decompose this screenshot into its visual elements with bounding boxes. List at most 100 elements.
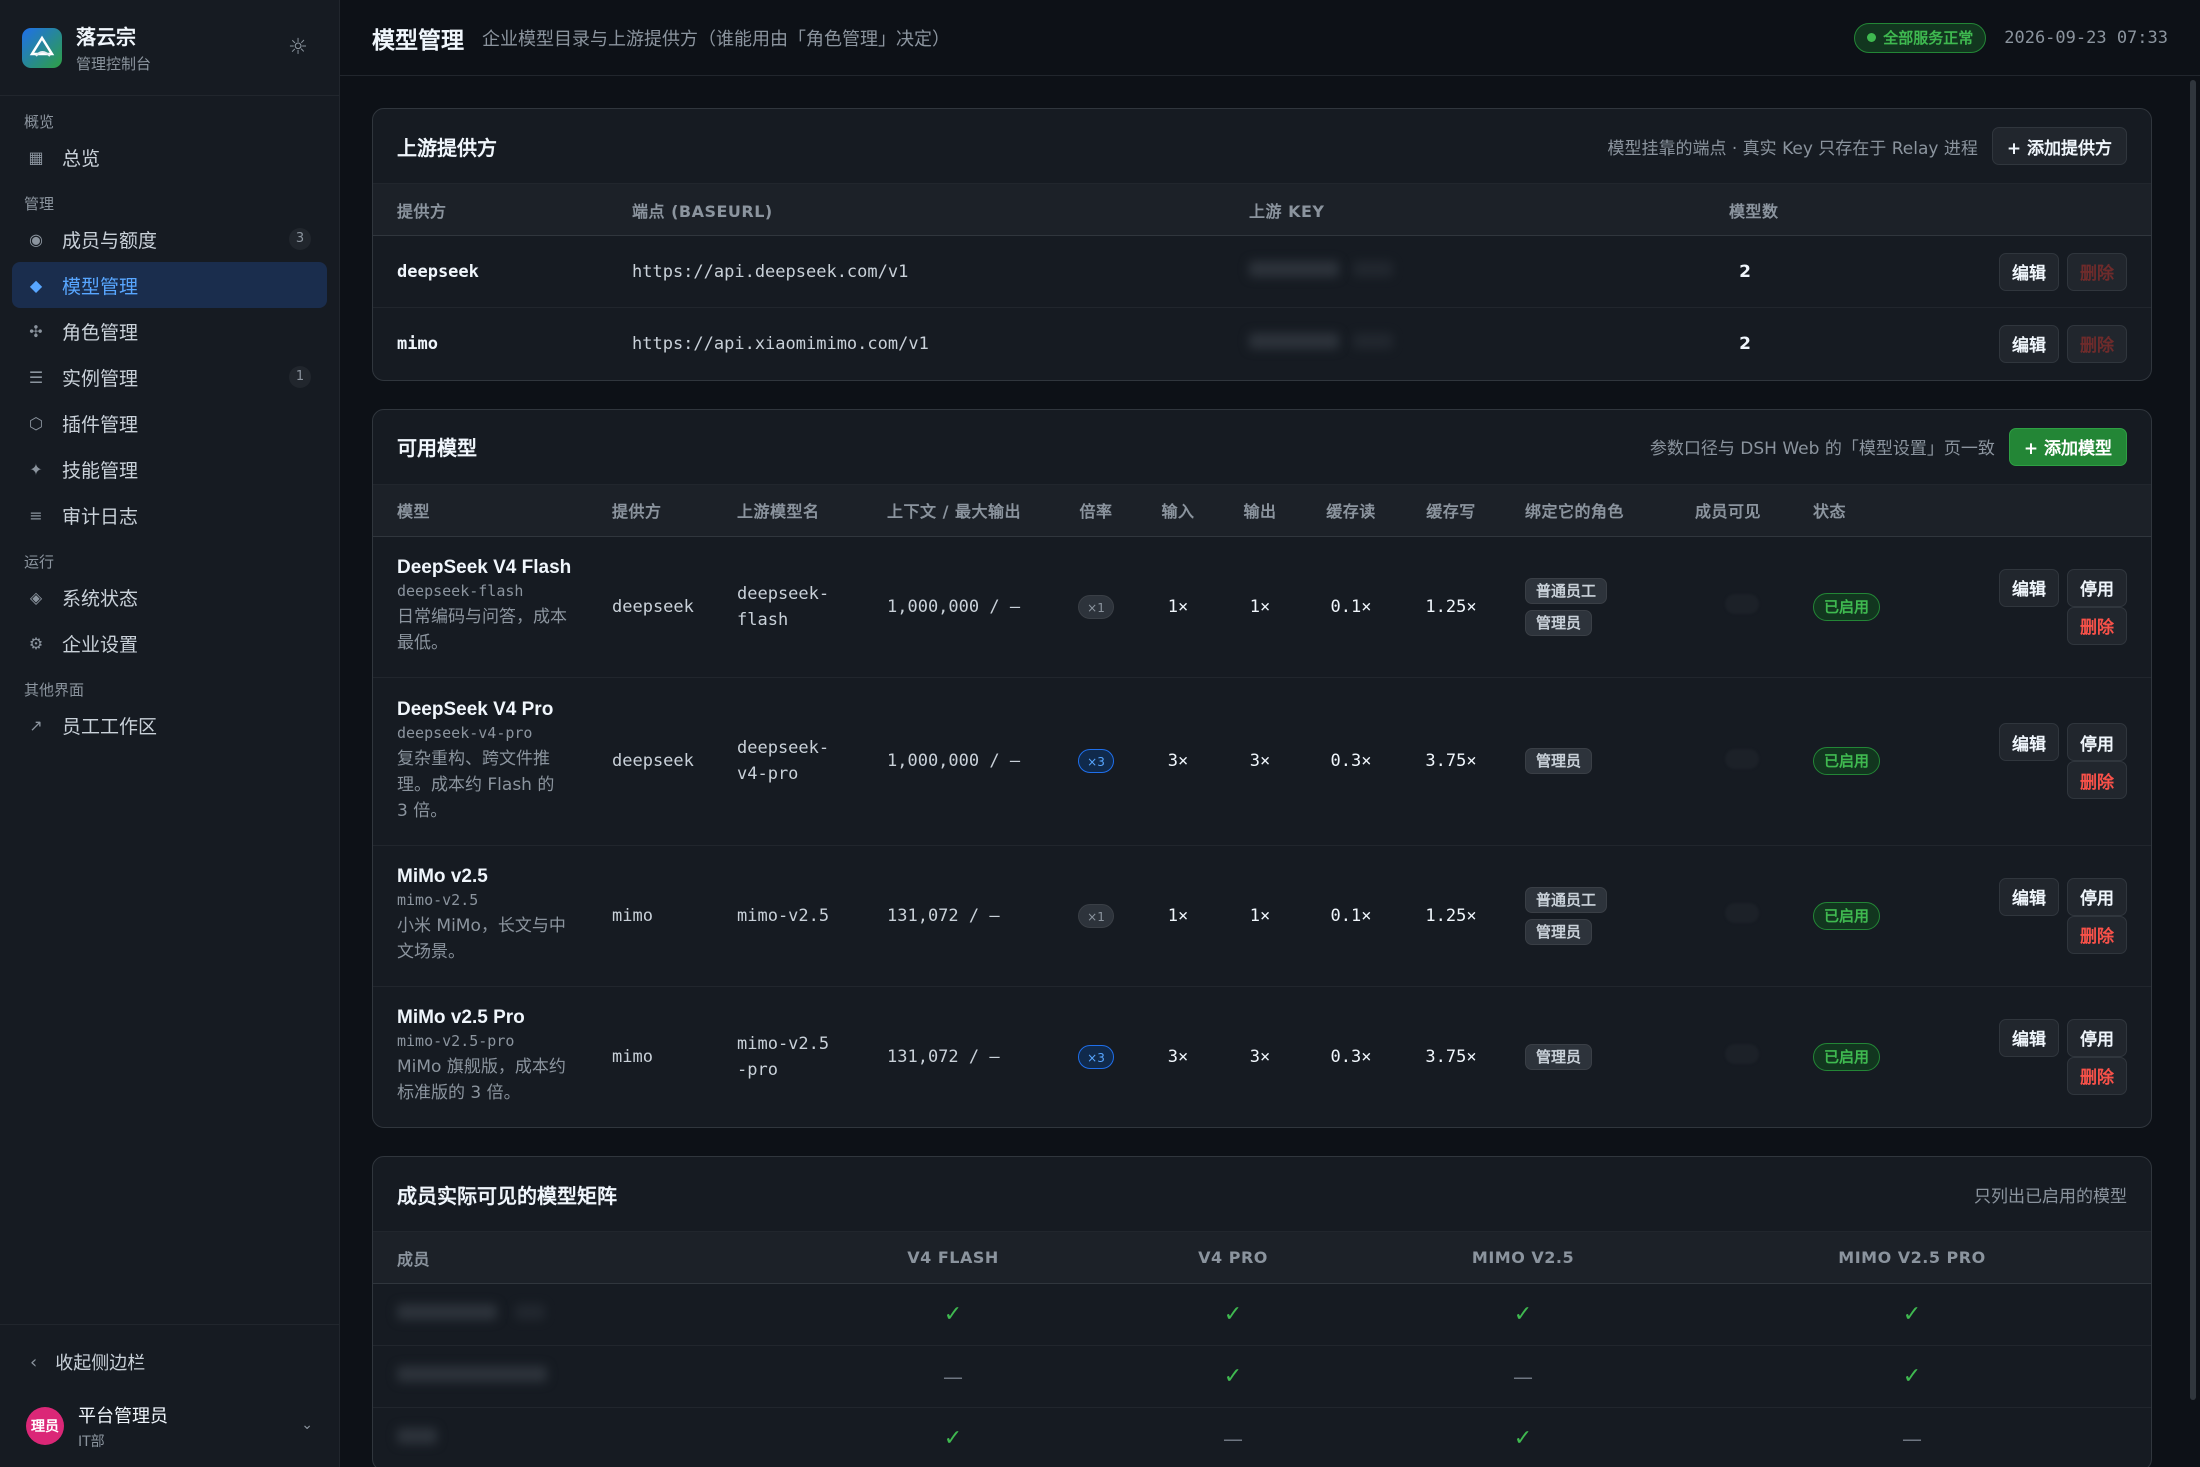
- model-upstream: deepseek-v4-pro: [713, 677, 863, 846]
- model-cache_r: 0.1×: [1301, 845, 1401, 987]
- scrollbar[interactable]: [2190, 80, 2196, 1400]
- dash-icon: —: [943, 1364, 963, 1389]
- edit-model-button[interactable]: 编辑: [1999, 1018, 2059, 1057]
- delete-model-button[interactable]: 删除: [2067, 1056, 2127, 1095]
- masked-key-suffix: [1353, 261, 1393, 277]
- sidebar-item[interactable]: ☰ 实例管理 1: [12, 354, 327, 400]
- matrix-cell: —: [1373, 1345, 1673, 1408]
- collapse-sidebar-button[interactable]: ‹ 收起侧边栏: [0, 1339, 339, 1385]
- model-rate: ×3: [1055, 986, 1137, 1127]
- disable-model-button[interactable]: 停用: [2067, 568, 2127, 607]
- delete-model-button[interactable]: 删除: [2067, 915, 2127, 954]
- sidebar-item[interactable]: ⬡ 插件管理: [12, 400, 327, 446]
- model-name: DeepSeek V4 Flash: [397, 557, 572, 578]
- dash-icon: —: [1513, 1364, 1533, 1389]
- model-cache_w: 1.25×: [1401, 845, 1501, 987]
- edit-provider-button[interactable]: 编辑: [1999, 252, 2059, 291]
- status-dot-icon: [1867, 33, 1877, 42]
- model-rate: ×1: [1055, 845, 1137, 987]
- edit-model-button[interactable]: 编辑: [1999, 568, 2059, 607]
- member-visible-toggle[interactable]: [1725, 594, 1759, 614]
- add-provider-button[interactable]: + 添加提供方: [1991, 127, 2127, 165]
- model-provider: deepseek: [588, 536, 713, 678]
- disable-model-button[interactable]: 停用: [2067, 1018, 2127, 1057]
- rate-badge: ×3: [1078, 749, 1114, 773]
- dash-icon: —: [1902, 1426, 1922, 1451]
- sidebar-item-badge: 1: [289, 366, 311, 388]
- list-icon: ☰: [28, 367, 44, 387]
- sidebar-item[interactable]: ⚙ 企业设置: [12, 620, 327, 666]
- col-3: 上下文 / 最大输出: [863, 483, 1055, 537]
- model-out: 1×: [1219, 845, 1301, 987]
- member-visible-cell: [1671, 845, 1789, 987]
- add-model-button[interactable]: + 添加模型: [2008, 427, 2127, 466]
- matrix-cell: ✓: [1093, 1283, 1373, 1346]
- sidebar-item[interactable]: ↗ 员工工作区: [12, 702, 327, 748]
- model-actions: 编辑 停用删除: [1907, 845, 2151, 987]
- member-visible-toggle[interactable]: [1725, 1044, 1759, 1065]
- edit-model-button[interactable]: 编辑: [1999, 877, 2059, 916]
- providers-note: 模型挂靠的端点 · 真实 Key 只存在于 Relay 进程: [1607, 138, 1978, 159]
- nav-group-label: 管理: [24, 195, 55, 213]
- status-badge: 已启用: [1813, 747, 1881, 775]
- sidebar-item[interactable]: ◈ 系统状态: [12, 574, 327, 620]
- masked-member: [397, 1304, 497, 1320]
- table-row: deepseek https://api.deepseek.com/v1 2 编辑 删除: [373, 235, 2151, 308]
- edit-model-button[interactable]: 编辑: [1999, 723, 2059, 761]
- matrix-cell: ✓: [1373, 1408, 1673, 1467]
- disable-model-button[interactable]: 停用: [2067, 877, 2127, 916]
- delete-provider-button[interactable]: 删除: [2067, 324, 2127, 363]
- sidebar-item[interactable]: ≡ 审计日志: [12, 492, 327, 538]
- delete-model-button[interactable]: 删除: [2067, 761, 2127, 799]
- model-id: mimo-v2.5: [397, 891, 479, 909]
- model-id: deepseek-flash: [397, 582, 524, 600]
- col-5: 输入: [1137, 483, 1219, 537]
- matrix-cell: ✓: [1373, 1283, 1673, 1346]
- brand-subtitle: 管理控制台: [76, 55, 152, 73]
- model-desc: 复杂重构、跨文件推理。成本约 Flash 的 3 倍。: [397, 748, 555, 821]
- user-menu[interactable]: 理员 平台管理员 IT部 ⌄: [0, 1385, 339, 1467]
- model-desc: MiMo 旗舰版，成本约标准版的 3 倍。: [397, 1057, 566, 1104]
- disable-model-button[interactable]: 停用: [2067, 723, 2127, 761]
- models-title: 可用模型: [397, 436, 477, 460]
- model-cell: DeepSeek V4 Pro deepseek-v4-pro 复杂重构、跨文件推理…: [373, 677, 588, 846]
- col-upstream-key: 上游 KEY: [1225, 183, 1705, 236]
- hexagon-icon: ⬡: [29, 413, 43, 433]
- sidebar-item[interactable]: ◉ 成员与额度 3: [12, 216, 327, 262]
- member-visible-cell: [1671, 536, 1789, 678]
- delete-model-button[interactable]: 删除: [2067, 606, 2127, 645]
- model-status: 已启用: [1789, 845, 1907, 987]
- col-6: 输出: [1219, 483, 1301, 537]
- rate-badge: ×3: [1078, 1044, 1114, 1069]
- theme-toggle-sun-icon[interactable]: ☼: [284, 34, 312, 62]
- sidebar-item[interactable]: ▦ 总览: [12, 134, 327, 180]
- user-name: 平台管理员: [78, 1405, 168, 1427]
- model-roles: 管理员: [1501, 677, 1671, 846]
- matrix-row: ✓ ✓ ✓ ✓: [373, 1283, 2151, 1346]
- model-context: 131,072 / —: [863, 845, 1055, 987]
- sidebar-item[interactable]: ◆ 模型管理: [12, 262, 327, 308]
- model-in: 1×: [1137, 845, 1219, 987]
- provider-model-count: 2: [1739, 333, 1751, 354]
- sidebar-item[interactable]: ✣ 角色管理: [12, 308, 327, 354]
- edit-provider-button[interactable]: 编辑: [1999, 324, 2059, 363]
- model-provider: deepseek: [588, 677, 713, 846]
- matrix-col-3: MIMO V2.5: [1373, 1231, 1673, 1284]
- model-row: MiMo v2.5 Pro mimo-v2.5-pro MiMo 旗舰版，成本约标准…: [373, 986, 2151, 1127]
- matrix-col-2: V4 PRO: [1093, 1231, 1373, 1284]
- masked-member: [397, 1366, 547, 1382]
- member-visible-toggle[interactable]: [1725, 903, 1759, 923]
- check-icon: ✓: [1902, 1302, 1922, 1327]
- model-upstream: mimo-v2.5: [713, 845, 863, 987]
- sidebar-item[interactable]: ✦ 技能管理: [12, 446, 327, 492]
- role-tag: 管理员: [1525, 748, 1593, 774]
- col-8: 缓存写: [1401, 483, 1501, 537]
- provider-name: mimo: [397, 333, 438, 354]
- status-badge: 已启用: [1813, 592, 1881, 621]
- delete-provider-button[interactable]: 删除: [2067, 252, 2127, 291]
- models-card: 可用模型 参数口径与 DSH Web 的「模型设置」页一致 + 添加模型 模型提…: [372, 408, 2152, 1128]
- lines-icon: ≡: [29, 505, 43, 525]
- avatar: 理员: [26, 1407, 64, 1445]
- page-subtitle: 企业模型目录与上游提供方（谁能用由「角色管理」决定）: [482, 28, 950, 50]
- member-visible-toggle[interactable]: [1725, 748, 1759, 769]
